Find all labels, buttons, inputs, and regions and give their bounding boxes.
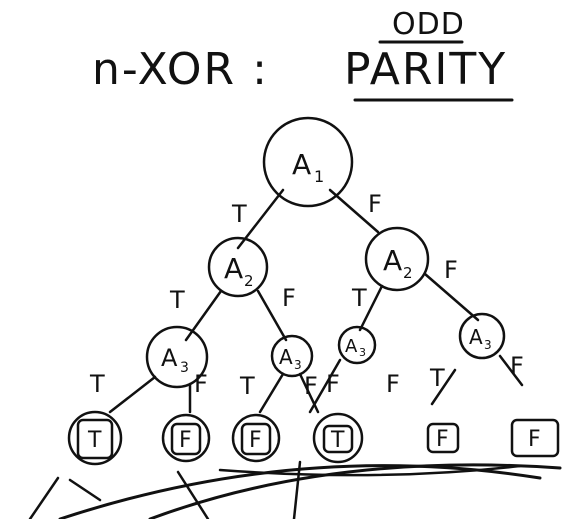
edge-label-l2r-true: T <box>351 284 367 312</box>
node-l3-2-sub: 3 <box>294 358 302 372</box>
node-l3-2-label: A <box>279 345 293 369</box>
node-l2-left-label: A <box>224 252 243 285</box>
edge-label-l3-3b-false: F <box>386 370 400 398</box>
leaf-3-label: F <box>249 428 262 453</box>
node-l2-right-label: A <box>383 244 402 277</box>
edge-label-l3-4-false: F <box>510 352 524 380</box>
edge-l2l-true <box>184 289 223 342</box>
edge-label-l3-1-false: F <box>194 370 208 398</box>
edge-label-l3-2-true: T <box>239 372 255 400</box>
node-l3-4-sub: 3 <box>484 338 492 352</box>
stub-stroke-2 <box>68 478 102 502</box>
edge-label-l2r-false: F <box>444 256 458 284</box>
edge-l3-1-true <box>108 375 157 414</box>
node-l2-right-sub: 2 <box>403 264 413 282</box>
edge-label-l3-4-true: T <box>429 364 445 392</box>
node-l3-3-label: A <box>345 336 358 357</box>
edge-label-l3-1-true: T <box>89 370 105 398</box>
title-word: PARITY <box>344 44 507 95</box>
edge-label-l3-3-false: F <box>326 370 340 398</box>
node-root-label: A <box>292 148 311 181</box>
edge-label-root-false: F <box>368 190 382 218</box>
node-root-sub: 1 <box>314 167 324 186</box>
leaf-4-label: T <box>330 428 345 453</box>
leaf-1-label: T <box>87 428 102 453</box>
edge-label-l2l-true: T <box>169 286 185 314</box>
leaf-2-label: F <box>179 428 192 453</box>
edge-label-l3-2-false: F <box>304 372 318 400</box>
node-l3-1-sub: 3 <box>180 360 189 376</box>
whiteboard-canvas: n-XOR : PARITY ODD T F A 1 A 2 A 2 T F T… <box>0 0 571 521</box>
node-l3-1-label: A <box>161 344 178 372</box>
node-l3-4-label: A <box>469 325 483 349</box>
title-prefix: n-XOR : <box>92 44 269 95</box>
leaf-5-label: F <box>436 427 449 452</box>
node-l2-left-sub: 2 <box>244 272 254 290</box>
leaf-6-label: F <box>528 427 541 452</box>
stub-stroke-1 <box>28 476 60 521</box>
edge-label-l2l-false: F <box>282 284 296 312</box>
node-l3-3-sub: 3 <box>359 346 366 359</box>
edge-label-root-true: T <box>231 200 247 228</box>
edge-l3-2-true <box>258 372 285 414</box>
title-annotation: ODD <box>392 7 465 42</box>
decision-tree-diagram: n-XOR : PARITY ODD T F A 1 A 2 A 2 T F T… <box>28 7 562 521</box>
stub-stroke-3 <box>176 470 210 521</box>
